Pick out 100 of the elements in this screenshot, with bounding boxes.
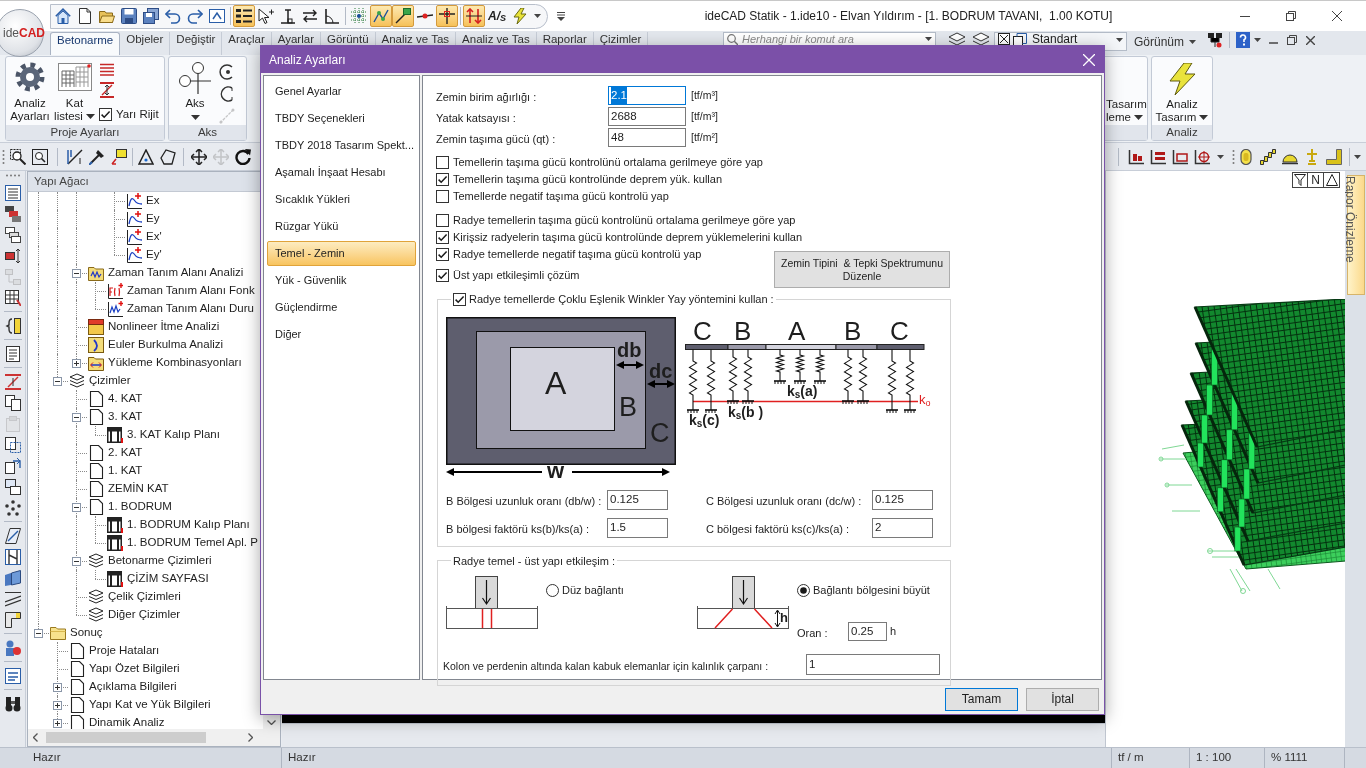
caret-icon[interactable] (1133, 115, 1143, 121)
caret-icon[interactable] (925, 37, 932, 41)
text-field[interactable]: 1 (806, 654, 940, 675)
tree-item[interactable]: ÇİZİM SAYFASI (127, 570, 209, 588)
ribbon-tab[interactable]: Betonarme (50, 32, 121, 55)
nav-item[interactable]: TBDY 2018 Tasarım Spekt... (267, 133, 416, 158)
nav-item[interactable]: Yük - Güvenlik (267, 268, 416, 293)
settings-button[interactable]: Analiz Ayarları (8, 57, 52, 123)
tree-item[interactable]: Diğer Çizimler (108, 606, 181, 624)
nav-item[interactable]: Rüzgar Yükü (267, 214, 416, 239)
checkbox[interactable] (436, 190, 449, 203)
tree-item[interactable]: Yapı Özet Bilgileri (89, 660, 180, 678)
tree-item[interactable]: Ex' (146, 228, 162, 246)
tree-item[interactable]: Ey (146, 210, 160, 228)
help-icon[interactable] (1236, 32, 1250, 48)
collapse-icon[interactable] (53, 377, 62, 386)
tree-item[interactable]: 3. KAT (108, 408, 143, 426)
crosshair-button[interactable] (436, 5, 458, 27)
node-snap-button[interactable] (392, 5, 414, 27)
network-icon[interactable] (1207, 32, 1223, 48)
tree-item[interactable]: 3. KAT Kalıp Planı (127, 426, 220, 444)
tree-item[interactable]: Açıklama Bilgileri (89, 678, 177, 696)
tree-item[interactable]: Çizimler (89, 372, 131, 390)
tree-item[interactable]: Çelik Çizimleri (108, 588, 181, 606)
collapse-icon[interactable] (34, 629, 43, 638)
tree-item[interactable]: Yapı Kat ve Yük Bilgileri (89, 696, 211, 714)
caret-icon[interactable] (1116, 38, 1123, 42)
text-field[interactable]: 2688 (608, 107, 686, 126)
checkbox[interactable] (436, 173, 449, 186)
save-button[interactable] (118, 5, 140, 27)
cursor-button[interactable] (255, 5, 277, 27)
expand-icon[interactable] (53, 683, 62, 692)
checkbox[interactable] (436, 231, 449, 244)
dialog-button[interactable]: Tamam (945, 687, 1018, 711)
nav-item[interactable]: Genel Ayarlar (267, 79, 416, 104)
side-tab[interactable]: Rapor Önizleme (1347, 175, 1365, 295)
tree-item[interactable]: Euler Burkulma Analizi (108, 336, 224, 354)
triangle-button[interactable] (1324, 172, 1340, 188)
tree-item[interactable]: Yükleme Kombinasyonları (108, 354, 242, 372)
nav-item[interactable]: Diğer (267, 322, 416, 347)
nav-item[interactable]: Güçlendirme (267, 295, 416, 320)
nav-item[interactable]: Temel - Zemin (267, 241, 416, 266)
tree-item[interactable]: Proje Hataları (89, 642, 160, 660)
expand-icon[interactable] (53, 719, 62, 728)
snap-button[interactable] (370, 5, 392, 27)
tree-item[interactable]: 4. KAT (108, 390, 143, 408)
layers-icon[interactable] (948, 32, 966, 46)
expand-icon[interactable] (72, 359, 81, 368)
save-all-button[interactable] (140, 5, 162, 27)
edit-spectrum-button[interactable]: Zemin Tipini & Tepki Spektrumunu Düzenle (774, 251, 950, 288)
filter-button[interactable] (1292, 172, 1308, 188)
text-field[interactable]: 2 (872, 517, 933, 538)
customize-icon[interactable] (557, 11, 565, 21)
caret-icon[interactable] (1189, 39, 1196, 44)
scroll-right-icon[interactable] (248, 733, 253, 742)
list-button[interactable] (233, 5, 255, 27)
checkbox[interactable] (436, 156, 449, 169)
grip-icon[interactable] (2, 148, 5, 165)
caret-icon[interactable] (534, 14, 541, 18)
scrollbar-thumb[interactable] (46, 732, 206, 743)
n-button[interactable]: N (1308, 172, 1324, 188)
tree-item[interactable]: Sonuç (70, 624, 103, 642)
collapse-icon[interactable] (72, 413, 81, 422)
tree-item[interactable]: 2. KAT (108, 444, 143, 462)
grip-icon[interactable] (1232, 148, 1235, 165)
floor-list-button[interactable]: Kat listesi (52, 57, 97, 123)
collapse-icon[interactable] (72, 557, 81, 566)
checkbox[interactable] (453, 292, 466, 306)
text-field[interactable]: 2.1 (608, 86, 686, 105)
tree-item[interactable]: 1. BODRUM (108, 498, 172, 516)
layers-icon[interactable] (972, 32, 990, 46)
tree-item[interactable]: Ey' (146, 246, 162, 264)
view-dropdown[interactable]: Görünüm (1131, 32, 1199, 51)
tree-item[interactable]: Betonarme Çizimleri (108, 552, 212, 570)
design-button[interactable]: Tasarım leme (1102, 57, 1147, 124)
caret-icon[interactable] (1254, 38, 1261, 42)
checkbox[interactable] (436, 248, 449, 261)
expand-icon[interactable] (53, 701, 62, 710)
dialog-button[interactable]: İptal (1026, 687, 1099, 711)
caret-icon[interactable] (1354, 154, 1361, 159)
checkbox[interactable] (436, 269, 449, 282)
beam-button[interactable] (99, 81, 115, 99)
tree-item[interactable]: Nonlineer İtme Analizi (108, 318, 220, 336)
text-field[interactable]: 0.125 (872, 489, 933, 510)
checkbox[interactable] (99, 108, 112, 122)
tree-item[interactable]: Dinamik Analiz (89, 714, 165, 729)
scroll-left-icon[interactable] (33, 733, 38, 742)
text-field[interactable]: 1.5 (607, 517, 668, 538)
vertical-arrows-button[interactable] (463, 5, 485, 27)
nav-item[interactable]: TBDY Seçenekleri (267, 106, 416, 131)
radio-button[interactable] (546, 583, 559, 597)
nav-item[interactable]: Aşamalı İnşaat Hesabı (267, 160, 416, 185)
axis-button[interactable]: Aks (177, 57, 213, 120)
text-field[interactable]: 48 (608, 128, 686, 147)
stripes-button[interactable] (99, 62, 115, 78)
text-style-button[interactable]: A/$_{S}$ (485, 5, 509, 27)
tree-item[interactable]: Zaman Tanım Alanı Duru (127, 300, 254, 318)
nav-item[interactable]: Sıcaklık Yükleri (267, 187, 416, 212)
tree-item[interactable]: Zaman Tanım Alanı Fonk (127, 282, 255, 300)
collapse-icon[interactable] (72, 503, 81, 512)
